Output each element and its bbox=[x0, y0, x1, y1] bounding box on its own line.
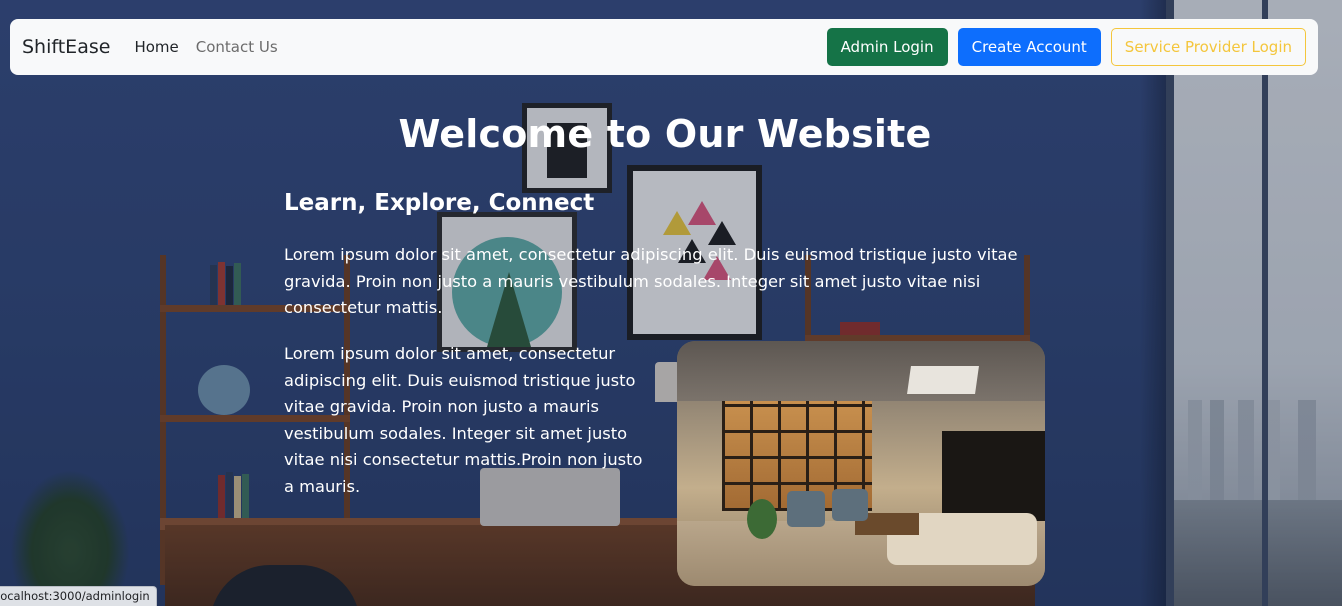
status-bar-url: localhost:3000/adminlogin bbox=[0, 586, 157, 606]
admin-login-button[interactable]: Admin Login bbox=[826, 28, 948, 66]
page-title: Welcome to Our Website bbox=[398, 112, 932, 156]
navbar-actions: Admin Login Create Account Service Provi… bbox=[826, 28, 1306, 66]
hero-paragraph-1: Lorem ipsum dolor sit amet, consectetur … bbox=[284, 245, 1018, 317]
top-navbar: ShiftEase Home Contact Us Admin Login Cr… bbox=[10, 19, 1318, 75]
hero-paragraph-2: Lorem ipsum dolor sit amet, consectetur … bbox=[284, 344, 643, 496]
living-room-photo bbox=[677, 341, 1045, 586]
brand-logo[interactable]: ShiftEase bbox=[22, 36, 110, 58]
status-url-text: localhost:3000/adminlogin bbox=[0, 589, 150, 603]
nav-link-contact-us[interactable]: Contact Us bbox=[196, 38, 278, 56]
service-provider-login-button[interactable]: Service Provider Login bbox=[1110, 28, 1306, 66]
create-account-button[interactable]: Create Account bbox=[957, 28, 1101, 66]
nav-link-home[interactable]: Home bbox=[134, 38, 178, 56]
hero-subtitle: Learn, Explore, Connect bbox=[284, 190, 595, 216]
